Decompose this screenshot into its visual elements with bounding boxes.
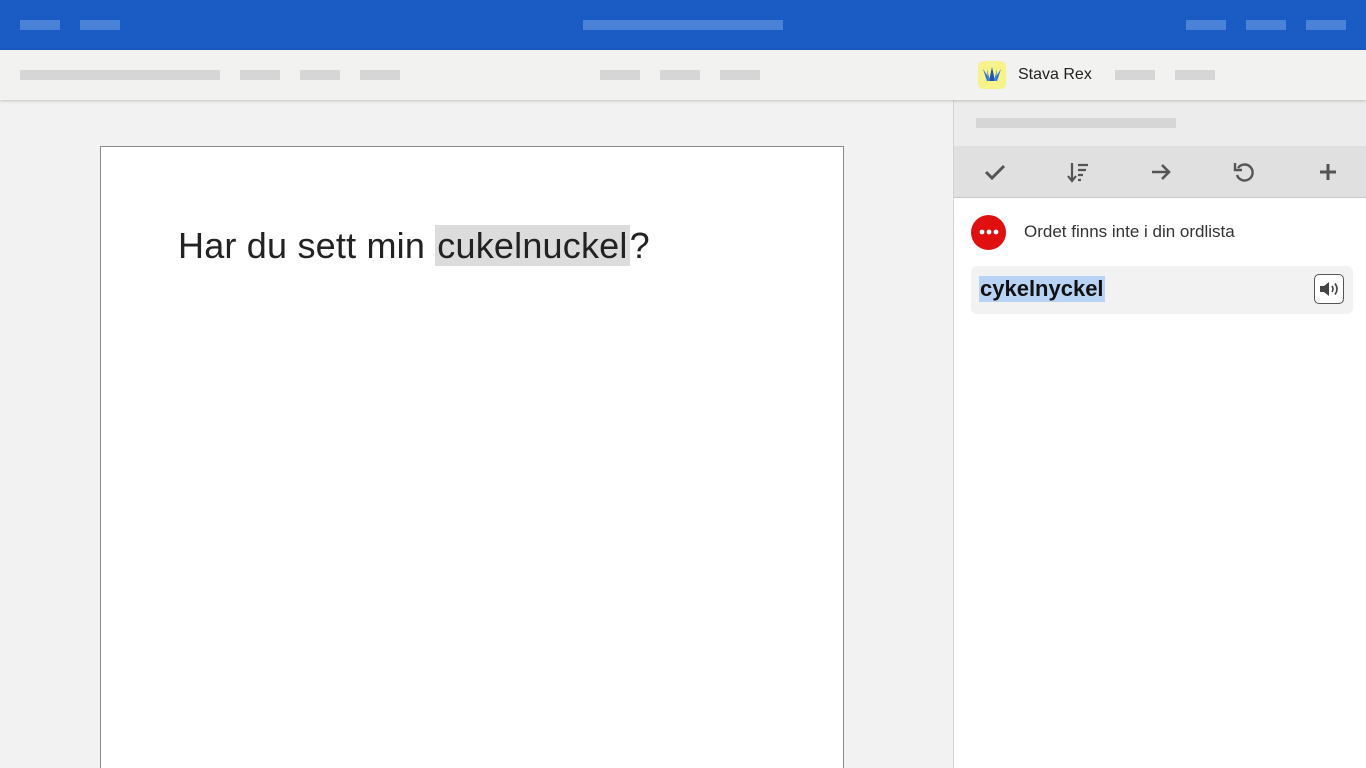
toolbar-placeholder[interactable] [600, 70, 640, 80]
suggestion-item[interactable]: cykelnyckel [971, 266, 1353, 314]
toolbar-placeholder[interactable] [660, 70, 700, 80]
crown-icon [978, 61, 1006, 89]
toolbar-placeholder[interactable] [360, 70, 400, 80]
misspelled-word[interactable]: cukelnuckel [435, 225, 630, 266]
title-placeholder [583, 20, 783, 30]
stava-rex-tab[interactable]: Stava Rex [978, 60, 1092, 90]
text-after: ? [629, 225, 650, 266]
document-area: Har du sett min cukelnuckel? [0, 100, 953, 768]
panel-title-placeholder [976, 118, 1176, 128]
sort-icon[interactable] [1062, 156, 1094, 188]
undo-icon[interactable] [1228, 156, 1260, 188]
check-icon[interactable] [979, 156, 1011, 188]
brand-name: Stava Rex [1018, 66, 1092, 83]
ribbon-toolbar: Stava Rex [0, 50, 1366, 100]
menu-placeholder[interactable] [20, 20, 60, 30]
error-dots-icon [971, 214, 1006, 250]
app-title-bar [0, 0, 1366, 50]
menu-placeholder[interactable] [1186, 20, 1226, 30]
suggestion-word[interactable]: cykelnyckel [979, 276, 1105, 302]
message-text: Ordet finns inte i din ordlista [1024, 222, 1235, 241]
spelling-message: Ordet finns inte i din ordlista [971, 214, 1235, 250]
speaker-icon[interactable] [1314, 274, 1344, 304]
toolbar-placeholder[interactable] [240, 70, 280, 80]
panel-toolbar [954, 146, 1366, 198]
toolbar-placeholder[interactable] [20, 70, 220, 80]
arrow-right-icon[interactable] [1145, 156, 1177, 188]
toolbar-placeholder[interactable] [300, 70, 340, 80]
toolbar-placeholder[interactable] [1175, 70, 1215, 80]
document-paragraph[interactable]: Har du sett min cukelnuckel? [178, 225, 650, 267]
document-page[interactable]: Har du sett min cukelnuckel? [100, 146, 844, 768]
plus-icon[interactable] [1312, 156, 1344, 188]
panel-header [954, 100, 1366, 146]
menu-placeholder[interactable] [80, 20, 120, 30]
toolbar-placeholder[interactable] [1115, 70, 1155, 80]
spelling-panel: Ordet finns inte i din ordlista cykelnyc… [953, 100, 1366, 768]
toolbar-placeholder[interactable] [720, 70, 760, 80]
menu-placeholder[interactable] [1306, 20, 1346, 30]
menu-placeholder[interactable] [1246, 20, 1286, 30]
text-before: Har du sett min [178, 225, 436, 266]
